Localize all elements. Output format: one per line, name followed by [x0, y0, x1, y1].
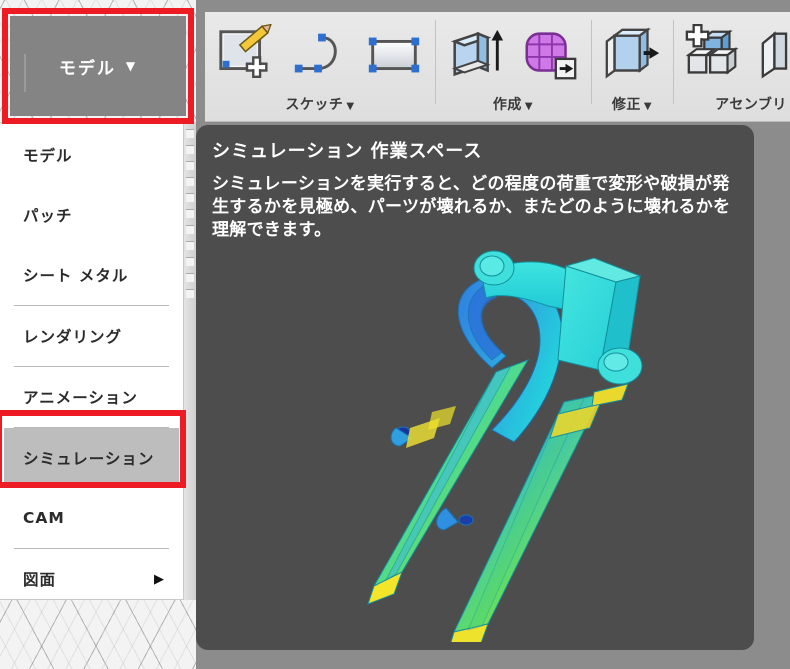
menu-item-simulation[interactable]: シミュレーション — [4, 428, 179, 488]
menu-item-patch[interactable]: パッチ — [0, 185, 183, 245]
line-spline-icon[interactable] — [289, 24, 351, 86]
extrude-icon[interactable] — [445, 24, 507, 86]
chevron-down-icon: ▼ — [346, 101, 355, 112]
ribbon-group-create: 作成 ▼ — [435, 12, 591, 120]
chevron-down-icon: ▼ — [524, 101, 534, 112]
menu-item-label: シート メタル — [23, 267, 129, 285]
chevron-down-icon: ▼ — [643, 101, 653, 112]
fork-collars — [406, 405, 456, 448]
rectangle-icon[interactable] — [363, 24, 425, 86]
workspace-button-label: モデル — [58, 58, 116, 79]
menu-item-animation[interactable]: アニメーション — [0, 367, 183, 427]
menu-item-label: 図面 — [23, 571, 57, 589]
workspace-dropdown-menu: モデル パッチ シート メタル レンダリング アニメーション シミュレーション … — [0, 122, 184, 600]
ribbon-group-label-modify[interactable]: 修正 ▼ — [612, 94, 652, 114]
ribbon-group-label-create[interactable]: 作成 ▼ — [493, 94, 533, 114]
workspace-button-tick — [24, 54, 26, 92]
ribbon-group-label-sketch[interactable]: スケッチ ▼ — [285, 94, 354, 114]
create-form-icon[interactable] — [519, 24, 581, 86]
menu-item-model[interactable]: モデル — [0, 125, 183, 185]
menu-item-rendering[interactable]: レンダリング — [0, 306, 183, 366]
ribbon-group-modify: 修正 ▼ — [591, 12, 673, 120]
steerer-tube — [557, 257, 643, 407]
menu-item-label: パッチ — [23, 207, 73, 225]
menu-item-label: レンダリング — [23, 328, 123, 346]
joint-icon[interactable] — [757, 24, 790, 86]
menu-item-label: CAM — [23, 509, 65, 527]
tooltip-description: シミュレーションを実行すると、どの程度の荷重で変形や破損が発生するかを見極め、パ… — [212, 174, 731, 240]
ribbon-toolbar: スケッチ ▼ 作成 ▼ 修正 ▼ アセンブリ — [205, 12, 790, 122]
new-component-icon[interactable] — [683, 24, 745, 86]
ribbon-group-assemble: アセンブリ — [673, 12, 790, 120]
ribbon-group-sketch: スケッチ ▼ — [205, 12, 435, 120]
menu-item-label: シミュレーション — [23, 450, 155, 468]
create-sketch-icon[interactable] — [215, 24, 277, 86]
menu-item-drawing[interactable]: 図面 ▶ — [0, 549, 183, 609]
menu-item-cam[interactable]: CAM — [0, 488, 183, 548]
tooltip-title: シミュレーション 作業スペース — [212, 141, 483, 162]
menu-item-label: モデル — [23, 147, 73, 165]
chevron-right-icon: ▶ — [154, 571, 165, 587]
bicycle-fork-fea-svg — [367, 250, 643, 642]
workspace-tooltip-panel: シミュレーション 作業スペース シミュレーションを実行すると、どの程度の荷重で変… — [196, 125, 754, 650]
menu-item-label: アニメーション — [23, 389, 138, 407]
workspace-switcher-button[interactable]: モデル ▼ — [10, 16, 186, 116]
press-pull-icon[interactable] — [601, 24, 663, 86]
menu-item-sheet-metal[interactable]: シート メタル — [0, 245, 183, 305]
browser-panel-edge — [184, 122, 196, 600]
app-screenshot: スケッチ ▼ 作成 ▼ 修正 ▼ アセンブリ モデル ▼ モデル パッチ シート… — [0, 0, 790, 669]
chevron-down-icon: ▼ — [125, 59, 138, 73]
fea-result-illustration — [196, 242, 754, 642]
ribbon-group-label-assemble[interactable]: アセンブリ — [715, 94, 787, 114]
